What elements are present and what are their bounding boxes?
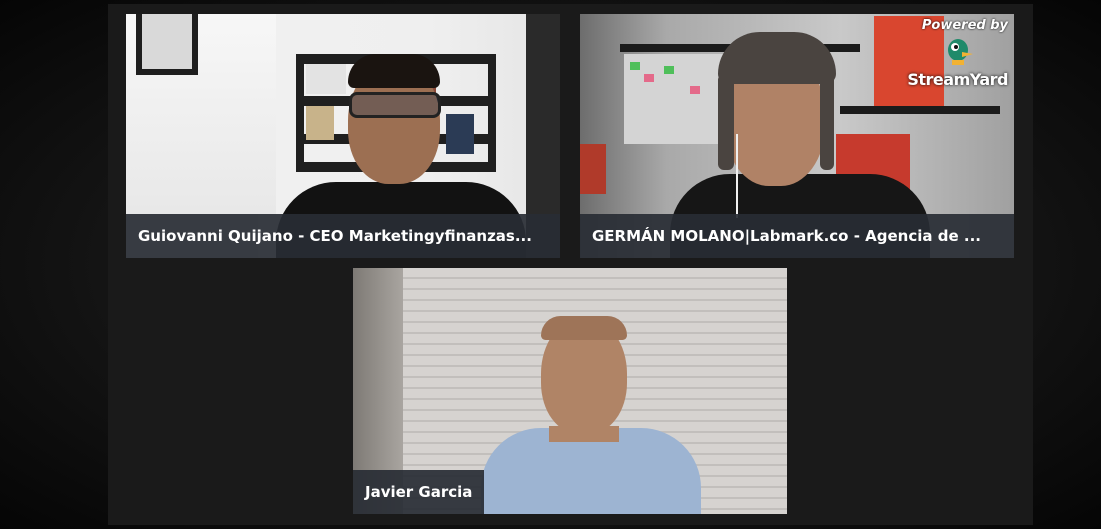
- participant-tile-1[interactable]: Guiovanni Quijano - CEO Marketingyfinanz…: [126, 14, 560, 258]
- streamyard-logo-text: StreamYard: [907, 70, 1008, 89]
- wall-picture-frame: [136, 14, 198, 75]
- participant-name-2: GERMÁN MOLANO|Labmark.co - Agencia de ..…: [580, 214, 1014, 258]
- participant-name-3: Javier Garcia: [353, 470, 485, 514]
- glasses-icon: [349, 92, 441, 118]
- participant-tile-2[interactable]: Powered by StreamYard GERMÁN MOLANO|Labm…: [580, 14, 1014, 258]
- participant-name-1: Guiovanni Quijano - CEO Marketingyfinanz…: [126, 214, 560, 258]
- earphone-cable: [736, 134, 738, 218]
- streamyard-duck-icon: [944, 36, 974, 66]
- stream-stage: Guiovanni Quijano - CEO Marketingyfinanz…: [0, 0, 1101, 529]
- streamyard-branding: Powered by StreamYard: [907, 18, 1008, 98]
- participant-tile-3[interactable]: Javier Garcia: [353, 268, 787, 514]
- powered-by-label: Powered by: [921, 18, 1008, 33]
